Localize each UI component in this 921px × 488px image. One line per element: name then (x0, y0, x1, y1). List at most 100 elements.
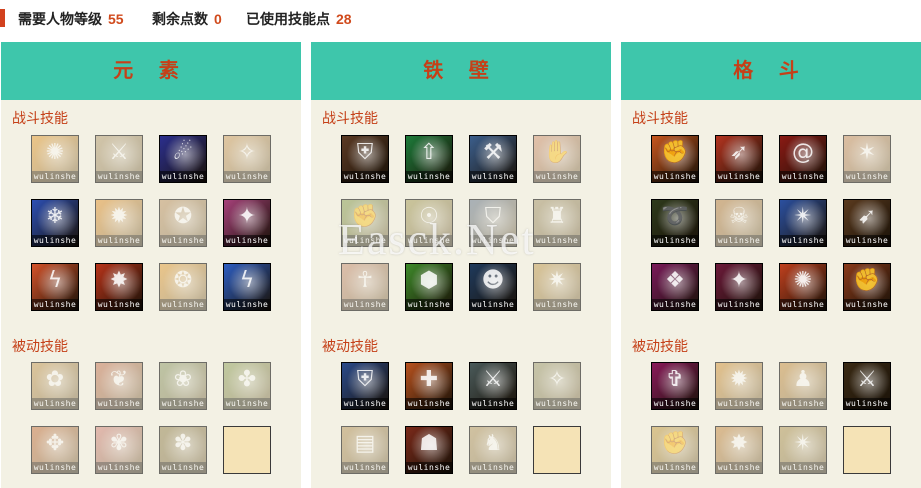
combat-skill-icon[interactable]: ✴ wulinshe (779, 199, 827, 247)
skill-watermark: wulinshe (470, 398, 516, 409)
empty-skill-slot[interactable] (843, 426, 891, 474)
skill-glyph: ✊ (351, 204, 379, 229)
combat-skill-icon[interactable]: ✶ wulinshe (843, 135, 891, 183)
combat-skill-icon[interactable]: ♜ wulinshe (533, 199, 581, 247)
passive-skill-icon[interactable]: ✥ wulinshe (31, 426, 79, 474)
empty-skill-slot[interactable] (223, 426, 271, 474)
combat-skill-icon[interactable]: ⬢ wulinshe (405, 263, 453, 311)
combat-skill-icon[interactable]: ϟ wulinshe (31, 263, 79, 311)
combat-skill-icon[interactable]: ✊ wulinshe (651, 135, 699, 183)
skill-watermark: wulinshe (32, 299, 78, 310)
skill-glyph: ✋ (543, 140, 571, 165)
combat-skill-icon[interactable]: ☄ wulinshe (159, 135, 207, 183)
combat-skill-icon[interactable]: ☉ wulinshe (405, 199, 453, 247)
combat-skill-icon[interactable]: ✹ wulinshe (95, 199, 143, 247)
skill-watermark: wulinshe (716, 171, 762, 182)
combat-skill-icon[interactable]: ⛨ wulinshe (341, 135, 389, 183)
skill-glyph: ✦ (237, 204, 257, 229)
skill-glyph: ✊ (661, 431, 689, 456)
combat-skill-icon[interactable]: ☻ wulinshe (469, 263, 517, 311)
skill-glyph: ❖ (665, 268, 685, 293)
combat-skill-icon[interactable]: ➰ wulinshe (651, 199, 699, 247)
panel-fighting: 格 斗 战斗技能 被动技能 ✊ wulinshe ➶ wulinshe @ wulinsh… (621, 42, 921, 488)
passive-skill-icon[interactable]: ⚔ wulinshe (843, 362, 891, 410)
combat-skill-icon[interactable]: ✦ wulinshe (223, 199, 271, 247)
combat-skill-icon[interactable]: ➹ wulinshe (843, 199, 891, 247)
passive-skill-icon[interactable]: ✧ wulinshe (533, 362, 581, 410)
combat-skill-icon[interactable]: ☥ wulinshe (341, 263, 389, 311)
combat-skill-icon[interactable]: @ wulinshe (779, 135, 827, 183)
skill-glyph: ✹ (109, 204, 129, 229)
skill-watermark: wulinshe (32, 462, 78, 473)
combat-skill-icon[interactable]: ⚒ wulinshe (469, 135, 517, 183)
skill-glyph: ⬢ (419, 268, 439, 293)
skill-glyph: ❀ (173, 367, 193, 392)
combat-skill-icon[interactable]: ❂ wulinshe (159, 263, 207, 311)
passive-skill-icon[interactable]: ✤ wulinshe (223, 362, 271, 410)
required-level-value: 55 (108, 11, 124, 27)
combat-skill-icon[interactable]: ⇧ wulinshe (405, 135, 453, 183)
passive-skill-icon[interactable]: ✹ wulinshe (715, 362, 763, 410)
skill-watermark: wulinshe (716, 398, 762, 409)
skill-watermark: wulinshe (224, 398, 270, 409)
combat-skill-icon[interactable]: ➶ wulinshe (715, 135, 763, 183)
skill-glyph: ✦ (729, 268, 749, 293)
passive-skill-icon[interactable]: ▤ wulinshe (341, 426, 389, 474)
combat-skill-icon[interactable]: ✦ wulinshe (715, 263, 763, 311)
skill-watermark: wulinshe (96, 299, 142, 310)
passive-skill-icon[interactable]: ✴ wulinshe (779, 426, 827, 474)
combat-skill-icon[interactable]: ✺ wulinshe (779, 263, 827, 311)
skill-glyph: ☠ (729, 204, 749, 229)
combat-skill-icon[interactable]: ⛉ wulinshe (469, 199, 517, 247)
passive-skills-label: 被动技能 (322, 338, 378, 354)
skill-glyph: ✴ (793, 204, 813, 229)
combat-skill-icon[interactable]: ✊ wulinshe (341, 199, 389, 247)
skill-glyph: ⚔ (483, 367, 503, 392)
passive-skill-icon[interactable]: ✸ wulinshe (715, 426, 763, 474)
combat-skill-icon[interactable]: ❄ wulinshe (31, 199, 79, 247)
passive-skill-icon[interactable]: ✽ wulinshe (159, 426, 207, 474)
passive-skill-icon[interactable]: ☗ wulinshe (405, 426, 453, 474)
passive-skill-icon[interactable]: ✾ wulinshe (95, 426, 143, 474)
passive-skill-icon[interactable]: ❦ wulinshe (95, 362, 143, 410)
skill-glyph: ⇧ (419, 140, 439, 165)
remaining-points-label: 剩余点数 (152, 11, 208, 27)
passive-skill-icon[interactable]: ♟ wulinshe (779, 362, 827, 410)
combat-skill-icon[interactable]: ✺ wulinshe (31, 135, 79, 183)
passive-skill-icon[interactable]: ✚ wulinshe (405, 362, 453, 410)
passive-skill-icon[interactable]: ⛨ wulinshe (341, 362, 389, 410)
passive-skill-icon[interactable]: ✿ wulinshe (31, 362, 79, 410)
combat-skill-icon[interactable]: ✋ wulinshe (533, 135, 581, 183)
passive-skill-icon[interactable]: ⚔ wulinshe (469, 362, 517, 410)
skill-watermark: wulinshe (470, 462, 516, 473)
skill-glyph: ❄ (45, 204, 65, 229)
passive-skill-icon[interactable]: ✞ wulinshe (651, 362, 699, 410)
passive-skill-icon[interactable]: ✊ wulinshe (651, 426, 699, 474)
skill-glyph: ❦ (109, 367, 129, 392)
skill-glyph: ✿ (45, 367, 65, 392)
skill-watermark: wulinshe (534, 235, 580, 246)
skill-watermark: wulinshe (652, 235, 698, 246)
passive-skill-icon[interactable]: ❀ wulinshe (159, 362, 207, 410)
skill-watermark: wulinshe (780, 171, 826, 182)
skill-watermark: wulinshe (342, 299, 388, 310)
combat-skill-icon[interactable]: ☠ wulinshe (715, 199, 763, 247)
used-points-value: 28 (336, 11, 352, 27)
combat-skill-icon[interactable]: ✸ wulinshe (95, 263, 143, 311)
combat-skill-icon[interactable]: ⚔ wulinshe (95, 135, 143, 183)
skill-glyph: ⚔ (857, 367, 877, 392)
combat-skill-icon[interactable]: ✊ wulinshe (843, 263, 891, 311)
passive-skill-icon[interactable]: ♞ wulinshe (469, 426, 517, 474)
combat-skill-icon[interactable]: ✧ wulinshe (223, 135, 271, 183)
combat-skill-icon[interactable]: ϟ wulinshe (223, 263, 271, 311)
empty-skill-slot[interactable] (533, 426, 581, 474)
combat-skill-icon[interactable]: ✷ wulinshe (533, 263, 581, 311)
skill-glyph: ✶ (857, 140, 877, 165)
skill-glyph: ✹ (729, 367, 749, 392)
combat-skill-icon[interactable]: ✪ wulinshe (159, 199, 207, 247)
skill-watermark: wulinshe (224, 171, 270, 182)
combat-skill-icon[interactable]: ❖ wulinshe (651, 263, 699, 311)
skill-watermark: wulinshe (160, 299, 206, 310)
skill-watermark: wulinshe (342, 398, 388, 409)
panel-element: 元 素 战斗技能 被动技能 ✺ wulinshe ⚔ wulinshe ☄ wulinsh… (1, 42, 301, 488)
